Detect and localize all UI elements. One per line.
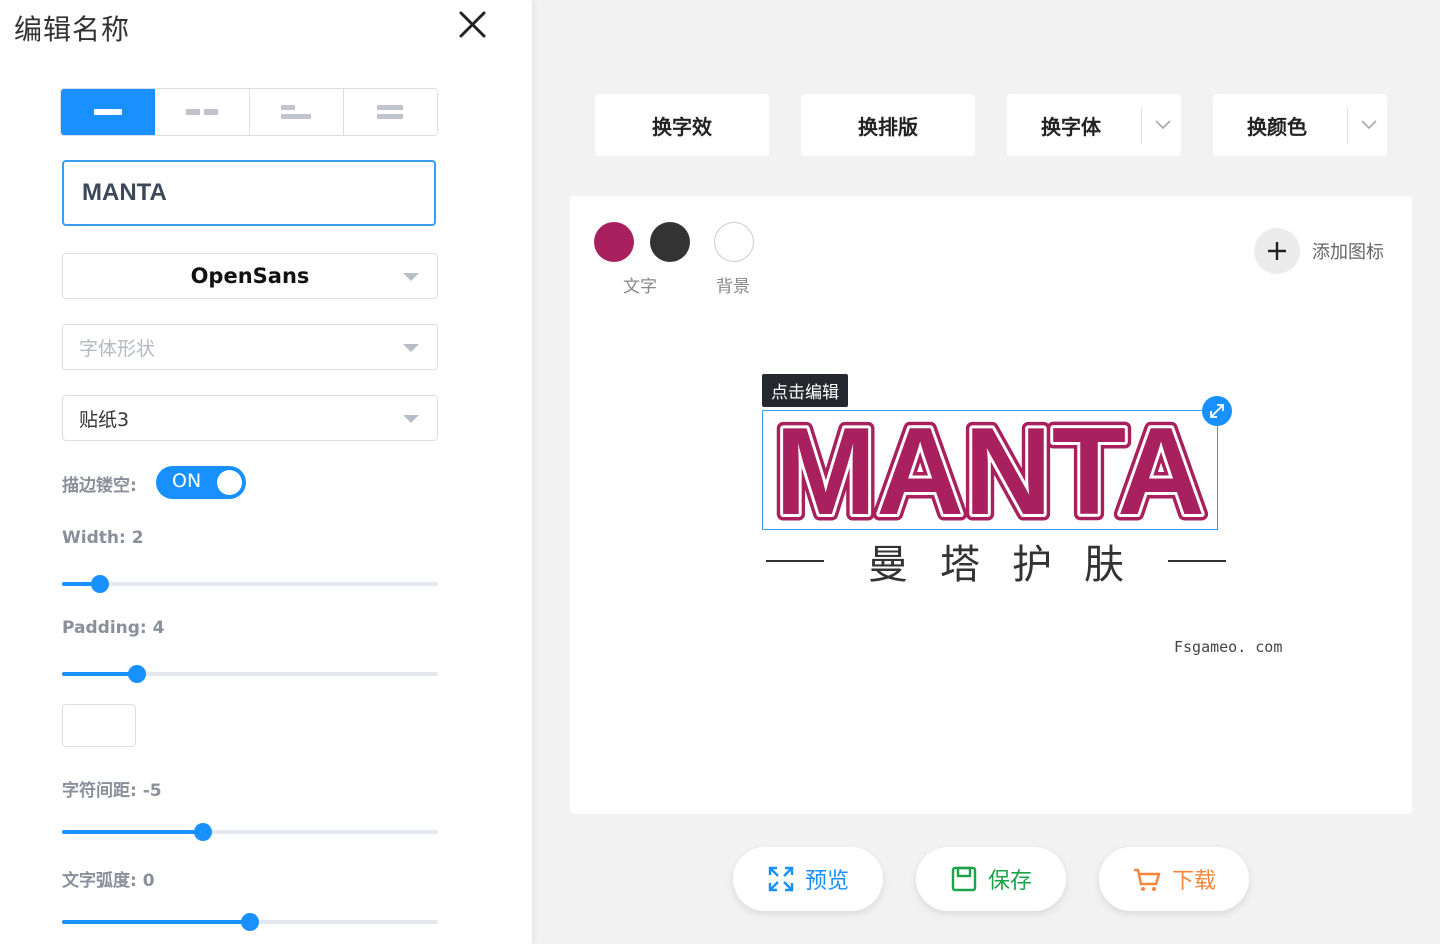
- slider-thumb[interactable]: [90, 575, 109, 593]
- align-left-button[interactable]: [249, 89, 344, 135]
- add-icon-button[interactable]: 添加图标: [1254, 228, 1384, 274]
- subtitle-dash-left: [766, 560, 824, 562]
- single-line-icon: [93, 109, 122, 115]
- caret-down-icon: [403, 273, 419, 281]
- align-split-button[interactable]: [155, 89, 250, 135]
- padding-value: 4: [152, 618, 165, 638]
- letter-spacing-label: 字符间距: -5: [62, 776, 162, 801]
- divider: [1141, 106, 1142, 144]
- subtitle-text: 曼塔护肤: [868, 542, 1156, 588]
- color-picker-box[interactable]: [62, 704, 136, 747]
- name-input[interactable]: MANTA: [62, 160, 436, 226]
- text-arc-value: 0: [142, 871, 155, 891]
- save-label: 保存: [987, 869, 1032, 894]
- width-label-text: Width:: [62, 528, 126, 548]
- text-arc-label: 文字弧度: 0: [62, 866, 155, 891]
- stacked-lines-icon: [377, 105, 404, 119]
- background-color-swatch[interactable]: [714, 222, 754, 262]
- align-stacked-button[interactable]: [343, 89, 437, 135]
- change-font-label: 换字体: [1041, 114, 1101, 139]
- slider-thumb[interactable]: [194, 823, 212, 841]
- download-label: 下载: [1171, 869, 1216, 894]
- add-icon-label: 添加图标: [1312, 242, 1384, 263]
- chevron-down-icon[interactable]: [1359, 114, 1379, 134]
- change-effect-button[interactable]: 换字效: [595, 94, 769, 156]
- change-layout-button[interactable]: 换排版: [801, 94, 975, 156]
- logo-canvas: 文字 背景 添加图标 点击编辑 MANTA MANTA 曼塔护肤 Fsgameo…: [570, 196, 1412, 814]
- expand-arrows-icon: [1210, 404, 1224, 418]
- resize-handle[interactable]: [1202, 396, 1232, 426]
- logo-text-main: MANTA: [775, 411, 1205, 531]
- slider-thumb[interactable]: [241, 913, 259, 931]
- chevron-down-icon[interactable]: [1153, 114, 1173, 134]
- sticker-select[interactable]: 贴纸3: [62, 395, 438, 441]
- font-shape-select[interactable]: 字体形状: [62, 324, 438, 370]
- slider-track: [62, 582, 438, 586]
- click-to-edit-tag: 点击编辑: [762, 374, 848, 407]
- font-select-value: OpenSans: [190, 264, 310, 288]
- outline-toggle[interactable]: ON: [156, 466, 246, 499]
- font-shape-placeholder: 字体形状: [79, 337, 156, 360]
- plus-icon: [1254, 228, 1300, 274]
- text-arc-label-text: 文字弧度:: [62, 871, 137, 891]
- toggle-state-label: ON: [172, 470, 202, 492]
- preview-label: 预览: [804, 869, 849, 894]
- background-color-label: 背景: [716, 277, 750, 297]
- download-button[interactable]: 下载: [1099, 847, 1249, 911]
- logo-subtitle[interactable]: 曼塔护肤: [766, 532, 1226, 590]
- change-font-button[interactable]: 换字体: [1007, 94, 1181, 156]
- text-arc-slider[interactable]: [62, 913, 438, 931]
- change-color-button[interactable]: 换颜色: [1213, 94, 1387, 156]
- subtitle-dash-right: [1168, 560, 1226, 562]
- padding-slider[interactable]: [62, 665, 438, 683]
- fullscreen-icon: [767, 865, 795, 893]
- padding-label: Padding: 4: [62, 618, 164, 638]
- letter-spacing-value: -5: [142, 781, 162, 801]
- edit-name-panel: 编辑名称 MANTA OpenSans 字体形状 贴纸3 描边镂空: ON Wi…: [0, 0, 532, 944]
- split-line-icon: [185, 109, 218, 115]
- letter-spacing-label-text: 字符间距:: [62, 781, 137, 801]
- close-icon[interactable]: [455, 8, 489, 42]
- font-select[interactable]: OpenSans: [62, 253, 438, 299]
- slider-fill: [62, 920, 250, 924]
- website-text[interactable]: Fsgameo. com: [1174, 638, 1282, 656]
- toggle-knob: [217, 470, 242, 495]
- text-color-swatch-secondary[interactable]: [650, 222, 690, 262]
- layout-align-group: [60, 88, 438, 136]
- text-color-label: 文字: [623, 277, 657, 297]
- align-single-line-button[interactable]: [61, 89, 156, 135]
- align-left-icon: [281, 105, 312, 119]
- change-effect-label: 换字效: [652, 114, 712, 139]
- outline-label: 描边镂空:: [62, 476, 137, 496]
- width-label: Width: 2: [62, 528, 144, 548]
- logo-text-graphic: MANTA MANTA: [769, 397, 1212, 548]
- caret-down-icon: [403, 344, 419, 352]
- width-slider[interactable]: [62, 575, 438, 593]
- divider: [1347, 106, 1348, 144]
- padding-label-text: Padding:: [62, 618, 147, 638]
- logo-text-element[interactable]: MANTA MANTA: [762, 397, 1218, 548]
- slider-fill: [62, 672, 138, 676]
- slider-fill: [62, 830, 203, 834]
- sticker-select-value: 贴纸3: [79, 408, 130, 431]
- panel-title: 编辑名称: [14, 13, 131, 46]
- save-button[interactable]: 保存: [916, 847, 1066, 911]
- slider-thumb[interactable]: [128, 665, 147, 683]
- cart-icon: [1132, 865, 1162, 893]
- save-icon: [950, 865, 978, 893]
- letter-spacing-slider[interactable]: [62, 823, 438, 841]
- text-color-swatch-primary[interactable]: [594, 222, 634, 262]
- change-color-label: 换颜色: [1247, 114, 1307, 139]
- change-layout-label: 换排版: [858, 114, 918, 139]
- caret-down-icon: [403, 415, 419, 423]
- preview-button[interactable]: 预览: [733, 847, 883, 911]
- width-value: 2: [131, 528, 144, 548]
